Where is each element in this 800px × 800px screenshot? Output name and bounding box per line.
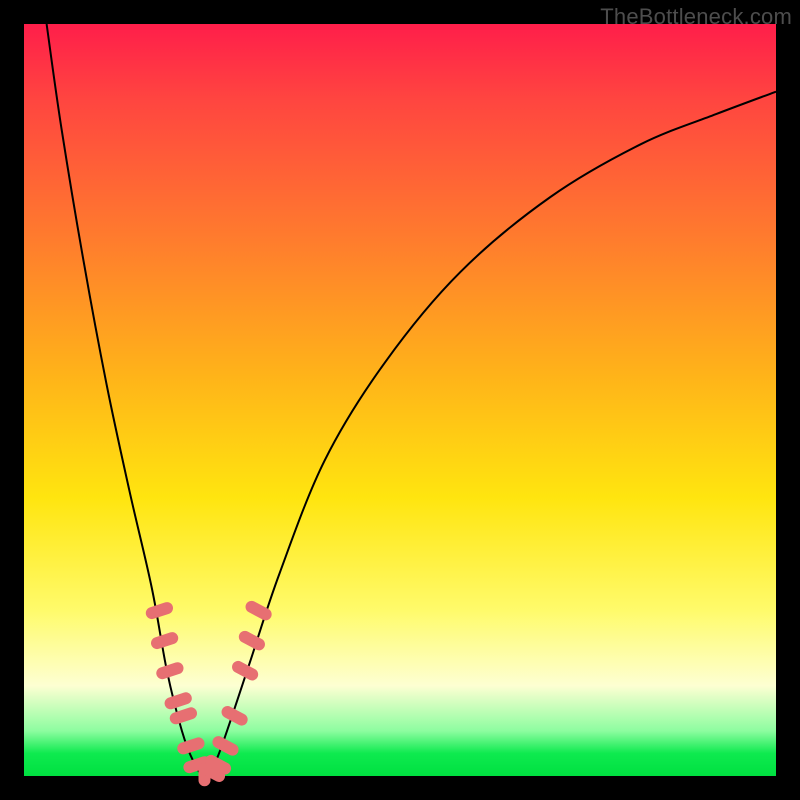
marker: [176, 736, 206, 756]
bottleneck-curve: [47, 24, 776, 776]
marker: [237, 629, 267, 653]
marker: [144, 601, 174, 621]
marker: [155, 661, 185, 681]
chart-frame: TheBottleneck.com: [0, 0, 800, 800]
curve-markers: [144, 599, 274, 786]
curve-layer: [24, 24, 776, 776]
watermark-text: TheBottleneck.com: [600, 4, 792, 30]
marker: [149, 631, 179, 651]
